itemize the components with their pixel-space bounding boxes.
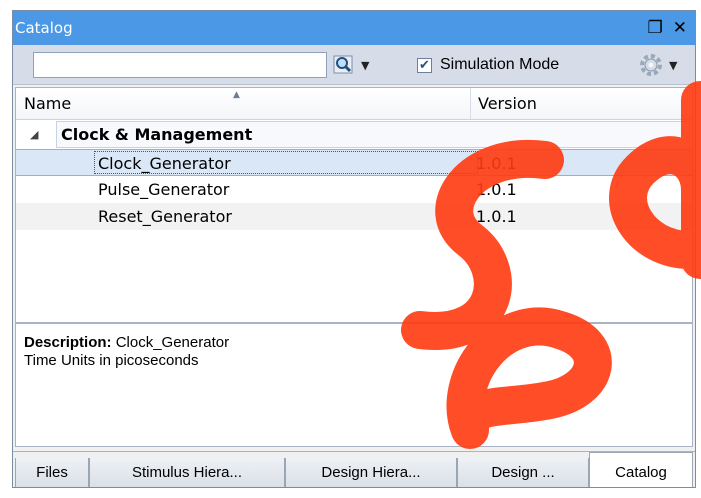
description-pane: Description: Clock_Generator Time Units … <box>15 323 693 447</box>
settings-dropdown-icon: ▼ <box>669 58 678 72</box>
close-icon[interactable]: ✕ <box>673 18 687 38</box>
simulation-mode-checkbox[interactable]: ✔ <box>417 57 432 73</box>
gear-icon <box>640 54 662 76</box>
description-label: Description: <box>24 334 112 351</box>
simulation-mode-toggle[interactable]: ✔ Simulation Mode <box>417 53 559 77</box>
tab-stimulus-hierarchy[interactable]: Stimulus Hiera... <box>89 458 285 487</box>
tab-design-hierarchy[interactable]: Design Hiera... <box>285 458 457 487</box>
catalog-panel: Catalog ❐ ✕ ▼ ✔ Simulation Mode ▼ Name ▲… <box>12 10 696 488</box>
tree-group-row[interactable]: ◢ Clock & Management <box>16 121 692 148</box>
catalog-tree: Name ▲ Version ◢ Clock & Management Cloc… <box>15 87 693 323</box>
column-header-name[interactable]: Name <box>16 88 471 119</box>
tab-label: Catalog <box>615 464 667 481</box>
restore-icon[interactable]: ❐ <box>648 18 663 38</box>
description-value: Clock_Generator <box>115 334 230 351</box>
bottom-tabs: Files Stimulus Hiera... Design Hiera... … <box>13 451 695 487</box>
column-header-version-label: Version <box>478 94 537 113</box>
tab-label: Files <box>36 464 68 481</box>
panel-title: Catalog <box>15 19 73 37</box>
settings-button[interactable]: ▼ <box>639 52 693 78</box>
title-bar: Catalog ❐ ✕ <box>13 11 695 45</box>
row-version: 1.0.1 <box>476 154 517 173</box>
table-row[interactable]: Reset_Generator 1.0.1 <box>16 203 692 230</box>
simulation-mode-label: Simulation Mode <box>440 56 560 73</box>
column-header-version[interactable]: Version <box>472 88 692 119</box>
description-detail: Time Units in picoseconds <box>24 352 199 369</box>
table-header: Name ▲ Version <box>16 88 692 120</box>
tab-files[interactable]: Files <box>15 458 89 487</box>
table-row[interactable]: Clock_Generator 1.0.1 <box>16 149 692 176</box>
toolbar: ▼ ✔ Simulation Mode ▼ <box>13 45 695 85</box>
tab-label: Stimulus Hiera... <box>131 464 243 481</box>
column-header-name-label: Name <box>24 94 72 113</box>
table-row[interactable]: Pulse_Generator 1.0.1 <box>16 176 692 203</box>
group-label: Clock & Management <box>56 121 690 148</box>
search-dropdown-icon: ▼ <box>361 58 370 72</box>
sort-up-icon: ▲ <box>233 90 240 100</box>
description-line: Description: Clock_Generator <box>24 334 684 352</box>
row-version: 1.0.1 <box>476 180 517 199</box>
search-input[interactable] <box>33 52 327 78</box>
tab-label: Design ... <box>491 464 555 481</box>
tab-design[interactable]: Design ... <box>457 458 589 487</box>
expand-icon[interactable]: ◢ <box>30 121 38 148</box>
tab-label: Design Hiera... <box>321 464 421 481</box>
magnifier-icon <box>333 55 353 74</box>
row-name: Clock_Generator <box>98 154 231 173</box>
search-button[interactable]: ▼ <box>333 52 379 78</box>
row-name: Reset_Generator <box>98 207 232 226</box>
row-name: Pulse_Generator <box>98 180 230 199</box>
row-version: 1.0.1 <box>476 207 517 226</box>
tab-catalog[interactable]: Catalog <box>589 452 693 487</box>
